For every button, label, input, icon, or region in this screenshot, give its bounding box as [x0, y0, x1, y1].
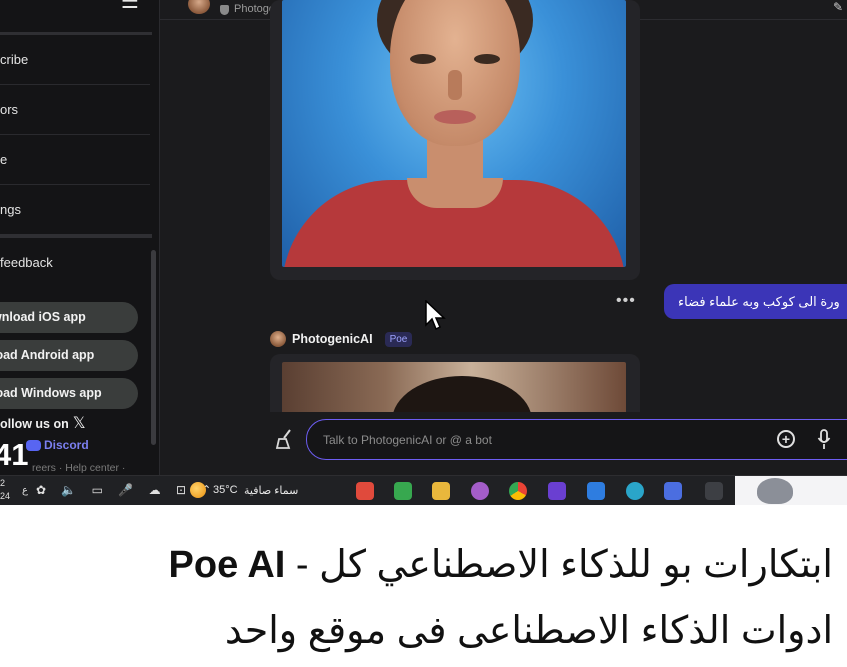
bot-avatar[interactable]: [270, 331, 286, 347]
caption-line-2: ادوات الذكاء الاصطناعى فى موقع واحد: [224, 610, 833, 652]
message-input[interactable]: [323, 430, 743, 450]
follow-us-label: ollow us on: [0, 417, 69, 431]
task-view-icon[interactable]: [705, 482, 723, 500]
download-ios-button[interactable]: wnload iOS app: [0, 302, 138, 333]
x-logo-icon: 𝕏: [72, 415, 86, 432]
chrome-icon[interactable]: [509, 482, 527, 500]
bot-avatar[interactable]: [188, 0, 210, 14]
caption-text: ابتكارات بو للذكاء الاصطناعي كل -: [295, 544, 833, 586]
add-attachment-icon[interactable]: +: [777, 430, 795, 448]
edit-icon[interactable]: ✎: [833, 0, 843, 14]
sidebar-item-settings[interactable]: ngs: [0, 185, 150, 235]
date-line: 24: [0, 491, 11, 501]
menu-icon[interactable]: ☰: [121, 0, 139, 12]
mascot-thumbnail: [735, 476, 847, 505]
video-caption: ابتكارات بو للذكاء الاصطناعي كل - Poe AI…: [0, 505, 847, 667]
image-lips: [434, 110, 476, 124]
store-icon[interactable]: [664, 482, 682, 500]
koala-icon: [757, 478, 793, 504]
keyboard-language[interactable]: ع: [22, 485, 28, 496]
user-message-text: ورة الى كوكب وبه علماء فضاء: [678, 294, 840, 309]
weather-description[interactable]: سماء صافية: [244, 484, 298, 497]
generated-portrait-image[interactable]: [282, 0, 626, 267]
user-message-bubble[interactable]: ورة الى كوكب وبه علماء فضاء: [664, 284, 847, 319]
bot-message-header: PhotogenicAI Poe: [270, 331, 413, 347]
overlay-timer: 41: [0, 437, 29, 472]
discord-link[interactable]: Discord: [26, 438, 89, 452]
bot-name[interactable]: PhotogenicAI: [292, 332, 373, 346]
sidebar-item-label: cribe: [0, 52, 29, 67]
image-nose: [448, 70, 462, 100]
sidebar-item-label: ngs: [0, 202, 21, 217]
edge-icon[interactable]: [626, 482, 644, 500]
app-icon-c-green[interactable]: [394, 482, 412, 500]
weather-temperature[interactable]: 35°C: [213, 484, 238, 496]
sidebar: ☰ cribe ors e ngs feedback wnload iOS ap…: [0, 0, 160, 475]
paint-app-icon[interactable]: [471, 482, 489, 500]
image-eye: [410, 54, 436, 64]
date-line: 2: [0, 478, 6, 488]
download-windows-button[interactable]: load Windows app: [0, 378, 138, 409]
follow-us-link[interactable]: ollow us on 𝕏: [0, 414, 86, 434]
sidebar-item-profile[interactable]: e: [0, 135, 150, 185]
image-collar: [407, 178, 503, 208]
more-options-icon[interactable]: •••: [616, 292, 636, 310]
windows-taskbar: 2 24 ع ✿ 🔈 ▭ 🎤 ☁ ⊡ ⌃ 35°C سماء صافية: [0, 475, 847, 505]
shield-icon: [220, 5, 229, 15]
download-android-button[interactable]: load Android app: [0, 340, 138, 371]
clipchamp-icon[interactable]: [548, 482, 566, 500]
discord-label: Discord: [44, 438, 89, 452]
app-icon-c-red[interactable]: [356, 482, 374, 500]
sidebar-item-label: feedback: [0, 255, 53, 270]
mail-icon[interactable]: [587, 482, 605, 500]
sidebar-item-label: ors: [0, 102, 19, 117]
caption-brand: Poe AI: [168, 544, 286, 586]
sidebar-scrollbar[interactable]: [151, 250, 156, 445]
footer-links[interactable]: reers · Help center ·: [32, 462, 125, 474]
sidebar-item-subscribe[interactable]: cribe: [0, 35, 150, 85]
sidebar-item-creators[interactable]: ors: [0, 85, 150, 135]
taskbar-date[interactable]: 2 24: [0, 477, 10, 503]
sidebar-item-feedback[interactable]: feedback: [0, 238, 150, 288]
screen: ☰ cribe ors e ngs feedback wnload iOS ap…: [0, 0, 847, 505]
sidebar-item-label: e: [0, 152, 8, 167]
caption-line-1: ابتكارات بو للذكاء الاصطناعي كل - Poe AI: [169, 541, 833, 589]
poe-badge: Poe: [384, 331, 413, 347]
weather-icon[interactable]: [190, 482, 206, 498]
clear-context-broom-icon[interactable]: [274, 428, 296, 450]
image-eye: [474, 54, 500, 64]
microphone-icon[interactable]: [817, 429, 831, 451]
message-composer[interactable]: +: [306, 419, 847, 460]
file-explorer-icon[interactable]: [432, 482, 450, 500]
mouse-cursor-icon: [425, 300, 446, 331]
